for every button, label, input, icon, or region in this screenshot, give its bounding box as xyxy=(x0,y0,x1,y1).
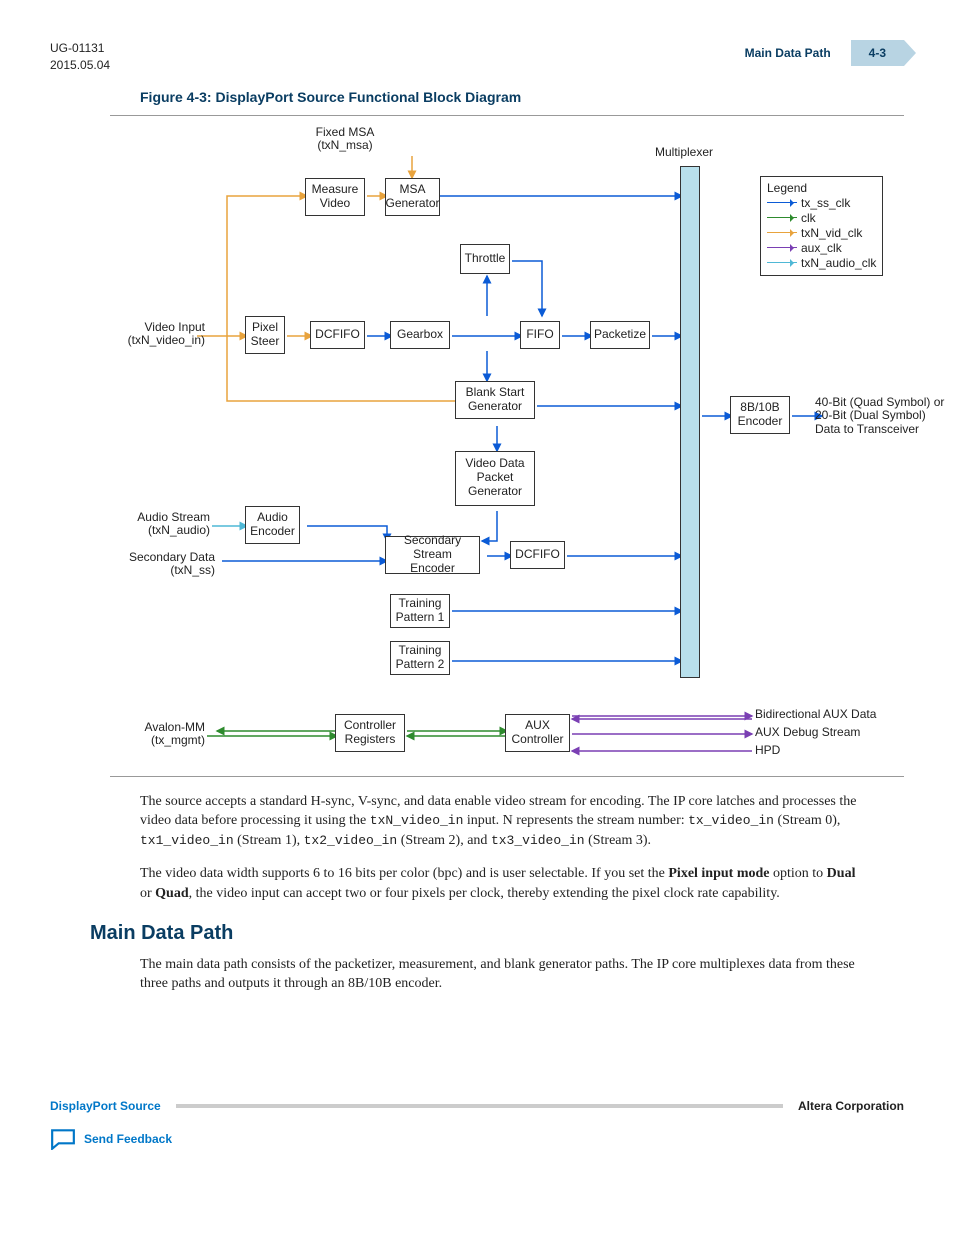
paragraph-3: The main data path consists of the packe… xyxy=(140,955,864,994)
page-footer: DisplayPort Source Altera Corporation Se… xyxy=(50,1099,904,1150)
block-ctrl-registers: Controller Registers xyxy=(335,714,405,752)
block-measure-video: Measure Video xyxy=(305,178,365,216)
label-multiplexer: Multiplexer xyxy=(655,146,713,160)
block-packetize: Packetize xyxy=(590,321,650,349)
label-hpd: HPD xyxy=(755,744,905,758)
block-tp2: Training Pattern 2 xyxy=(390,641,450,675)
block-vdp-gen: Video Data Packet Generator xyxy=(455,451,535,506)
block-aux-controller: AUX Controller xyxy=(505,714,570,752)
send-feedback-link[interactable]: Send Feedback xyxy=(50,1128,904,1150)
legend-title: Legend xyxy=(767,181,876,195)
label-fixed-msa: Fixed MSA (txN_msa) xyxy=(305,126,385,154)
paragraph-2: The video data width supports 6 to 16 bi… xyxy=(140,864,864,903)
section-heading: Main Data Path xyxy=(90,922,864,945)
page-header: UG-01131 2015.05.04 Main Data Path 4-3 xyxy=(50,40,904,74)
feedback-icon xyxy=(50,1128,76,1150)
label-output: 40-Bit (Quad Symbol) or 20-Bit (Dual Sym… xyxy=(815,396,954,437)
block-fifo: FIFO xyxy=(520,321,560,349)
label-audio-stream: Audio Stream (txN_audio) xyxy=(120,511,210,539)
legend-box: Legend tx_ss_clkclktxN_vid_clkaux_clktxN… xyxy=(760,176,883,276)
footer-right: Altera Corporation xyxy=(798,1099,904,1113)
header-title: Main Data Path xyxy=(745,46,831,60)
footer-left: DisplayPort Source xyxy=(50,1099,161,1113)
doc-id: UG-01131 xyxy=(50,40,110,57)
block-dcfifo-1: DCFIFO xyxy=(310,321,365,349)
block-dcfifo-2: DCFIFO xyxy=(510,541,565,569)
figure-area: Fixed MSA (txN_msa) Multiplexer Video In… xyxy=(110,115,904,777)
block-throttle: Throttle xyxy=(460,244,510,274)
label-secondary-data: Secondary Data (txN_ss) xyxy=(120,551,215,579)
label-avalon: Avalon-MM (tx_mgmt) xyxy=(120,721,205,749)
block-gearbox: Gearbox xyxy=(390,321,450,349)
paragraph-1: The source accepts a standard H-sync, V-… xyxy=(140,792,864,851)
label-video-input: Video Input (txN_video_in) xyxy=(105,321,205,349)
block-tp1: Training Pattern 1 xyxy=(390,594,450,628)
block-sec-encoder: Secondary Stream Encoder xyxy=(385,536,480,574)
block-encoder: 8B/10B Encoder xyxy=(730,396,790,434)
block-audio-encoder: Audio Encoder xyxy=(245,506,300,544)
label-aux-dbg: AUX Debug Stream xyxy=(755,726,905,740)
page-number: 4-3 xyxy=(851,40,904,66)
block-msa-generator: MSA Generator xyxy=(385,178,440,216)
block-pixel-steer: Pixel Steer xyxy=(245,316,285,354)
block-diagram: Fixed MSA (txN_msa) Multiplexer Video In… xyxy=(110,116,904,776)
multiplexer-bar xyxy=(680,166,700,678)
figure-title: Figure 4-3: DisplayPort Source Functiona… xyxy=(140,89,904,105)
block-blank-start: Blank Start Generator xyxy=(455,381,535,419)
label-aux-bi: Bidirectional AUX Data xyxy=(755,708,905,722)
doc-date: 2015.05.04 xyxy=(50,57,110,74)
